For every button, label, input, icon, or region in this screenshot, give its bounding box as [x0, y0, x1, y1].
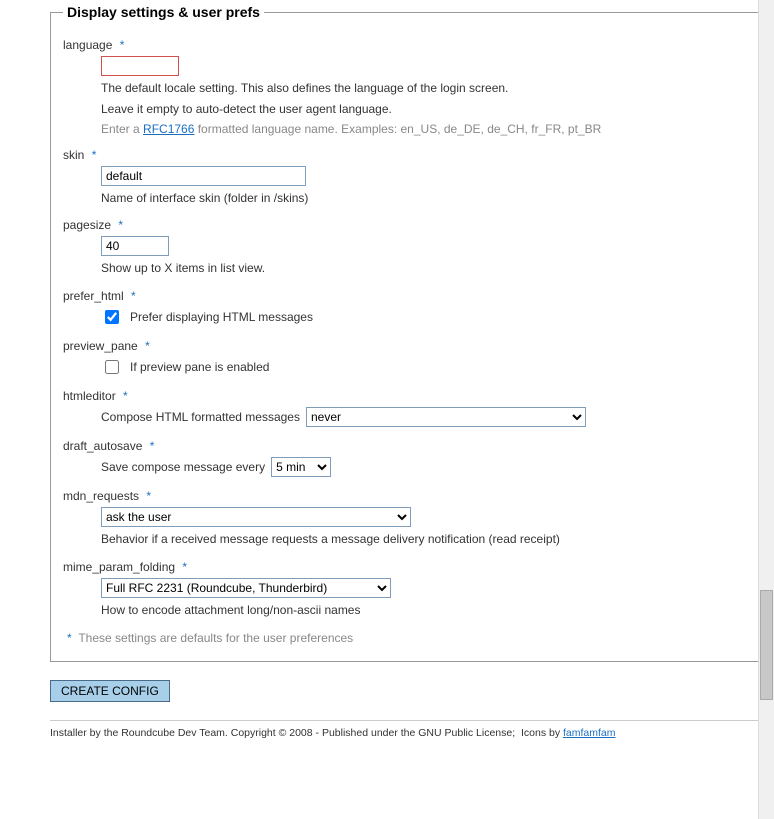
display-settings-fieldset: Display settings & user prefs language *… — [50, 4, 764, 662]
language-input[interactable] — [101, 56, 179, 76]
required-asterisk: * — [92, 148, 97, 162]
draft-autosave-text: Save compose message every — [101, 460, 265, 474]
required-asterisk: * — [131, 289, 136, 303]
draft-autosave-field: draft_autosave * Save compose message ev… — [63, 439, 751, 477]
htmleditor-text: Compose HTML formatted messages — [101, 410, 300, 424]
mdn-requests-field: mdn_requests * ask the user Behavior if … — [63, 489, 751, 548]
pagesize-field: pagesize * Show up to X items in list vi… — [63, 218, 751, 277]
rfc1766-link[interactable]: RFC1766 — [143, 122, 194, 136]
defaults-footnote: * These settings are defaults for the us… — [63, 631, 751, 645]
prefer-html-label: prefer_html — [63, 289, 124, 303]
mime-param-folding-label: mime_param_folding — [63, 560, 175, 574]
required-asterisk: * — [123, 389, 128, 403]
htmleditor-label: htmleditor — [63, 389, 116, 403]
required-asterisk: * — [150, 439, 155, 453]
required-asterisk: * — [145, 339, 150, 353]
preview-pane-field: preview_pane * If preview pane is enable… — [63, 339, 751, 377]
skin-field: skin * Name of interface skin (folder in… — [63, 148, 751, 207]
scrollbar-thumb[interactable] — [760, 590, 773, 700]
prefer-html-checkbox[interactable] — [105, 310, 119, 324]
preview-pane-text: If preview pane is enabled — [130, 360, 269, 374]
language-hint-1: The default locale setting. This also de… — [101, 80, 751, 97]
mime-param-folding-select[interactable]: Full RFC 2231 (Roundcube, Thunderbird) — [101, 578, 391, 598]
required-asterisk: * — [120, 38, 125, 52]
mdn-requests-select[interactable]: ask the user — [101, 507, 411, 527]
pagesize-hint: Show up to X items in list view. — [101, 260, 751, 277]
language-hint-2: Leave it empty to auto-detect the user a… — [101, 101, 751, 118]
draft-autosave-select[interactable]: 5 min — [271, 457, 331, 477]
skin-input[interactable] — [101, 166, 306, 186]
htmleditor-select[interactable]: never — [306, 407, 586, 427]
language-field: language * The default locale setting. T… — [63, 38, 751, 136]
famfamfam-link[interactable]: famfamfam — [563, 727, 616, 739]
fieldset-legend: Display settings & user prefs — [63, 4, 264, 20]
preview-pane-checkbox[interactable] — [105, 360, 119, 374]
required-asterisk: * — [118, 218, 123, 232]
prefer-html-field: prefer_html * Prefer displaying HTML mes… — [63, 289, 751, 327]
skin-hint: Name of interface skin (folder in /skins… — [101, 190, 751, 207]
mdn-requests-hint: Behavior if a received message requests … — [101, 531, 751, 548]
language-label: language — [63, 38, 112, 52]
draft-autosave-label: draft_autosave — [63, 439, 142, 453]
vertical-scrollbar[interactable] — [758, 0, 774, 819]
mdn-requests-label: mdn_requests — [63, 489, 139, 503]
copyright-footer: Installer by the Roundcube Dev Team. Cop… — [50, 727, 764, 739]
language-hint-3: Enter a RFC1766 formatted language name.… — [101, 122, 751, 136]
required-asterisk: * — [182, 560, 187, 574]
mime-param-folding-field: mime_param_folding * Full RFC 2231 (Roun… — [63, 560, 751, 619]
required-asterisk: * — [146, 489, 151, 503]
prefer-html-text: Prefer displaying HTML messages — [130, 310, 313, 324]
mime-param-folding-hint: How to encode attachment long/non-ascii … — [101, 602, 751, 619]
htmleditor-field: htmleditor * Compose HTML formatted mess… — [63, 389, 751, 427]
preview-pane-label: preview_pane — [63, 339, 138, 353]
pagesize-input[interactable] — [101, 236, 169, 256]
pagesize-label: pagesize — [63, 218, 111, 232]
create-config-button[interactable]: CREATE CONFIG — [50, 680, 170, 702]
skin-label: skin — [63, 148, 84, 162]
divider — [50, 720, 764, 721]
